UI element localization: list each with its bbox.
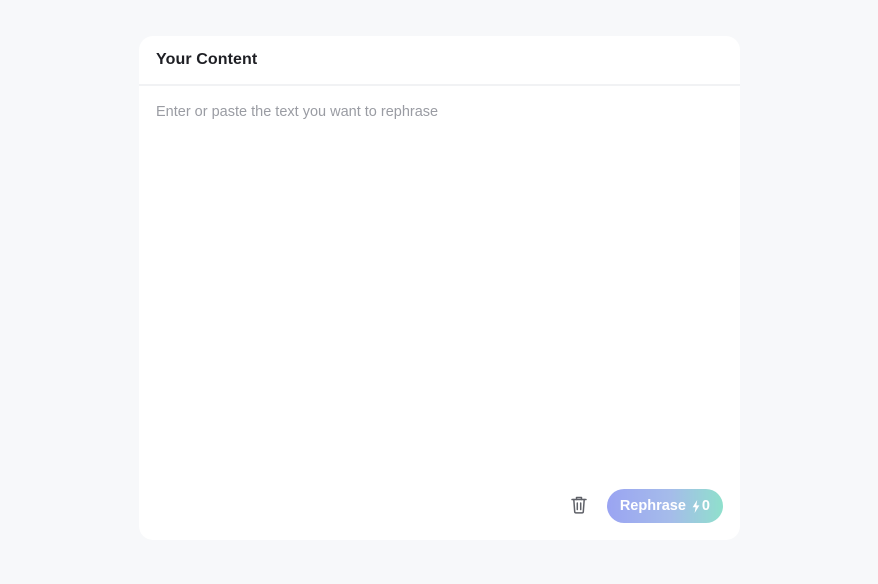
lightning-bolt-icon <box>692 499 700 513</box>
clear-button[interactable] <box>566 493 592 519</box>
rephrase-button[interactable]: Rephrase 0 <box>606 489 723 523</box>
card-header: Your Content <box>139 36 740 86</box>
credit-count: 0 <box>701 498 710 514</box>
content-card: Your Content Rephrase 0 <box>139 36 740 540</box>
rephrase-label: Rephrase <box>619 498 686 514</box>
card-title: Your Content <box>156 51 258 68</box>
trash-icon <box>570 495 588 517</box>
card-footer: Rephrase 0 <box>566 489 723 523</box>
content-input[interactable] <box>139 88 740 478</box>
